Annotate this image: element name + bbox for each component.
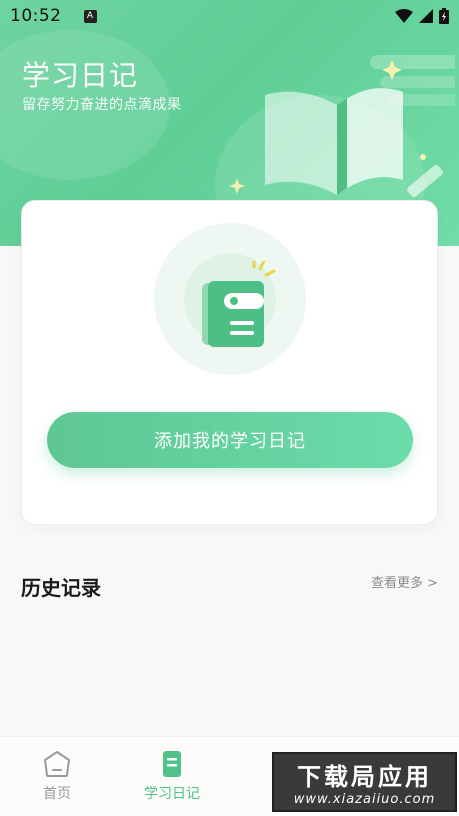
add-diary-button[interactable]: 添加我的学习日记 <box>47 412 413 468</box>
open-book-illustration <box>265 55 455 198</box>
battery-icon <box>439 8 449 24</box>
notification-icon: A <box>83 9 97 23</box>
watermark-title: 下载局应用 <box>297 763 432 791</box>
page-subtitle: 留存努力奋进的点滴成果 <box>22 97 182 113</box>
view-more-link[interactable]: 查看更多 > <box>371 572 438 591</box>
nav-item-home[interactable]: 首页 <box>12 749 102 803</box>
watermark-logo: 下载局应用 www.xiazaiiuo.com <box>272 752 457 812</box>
nav-label-diary: 学习日记 <box>144 786 200 802</box>
signal-icon <box>419 9 433 23</box>
page-title: 学习日记 <box>22 59 139 92</box>
status-time: 10:52 <box>10 6 62 26</box>
status-bar: 10:52 A <box>0 0 459 32</box>
nav-item-diary[interactable]: 学习日记 <box>127 749 217 803</box>
add-diary-card: 添加我的学习日记 <box>21 200 438 525</box>
diary-icon <box>163 751 181 777</box>
watermark-url: www.xiazaiiuo.com <box>293 792 436 807</box>
wifi-icon <box>395 9 413 23</box>
nav-label-home: 首页 <box>43 786 71 802</box>
notebook-icon <box>202 261 276 347</box>
history-title: 历史记录 <box>21 576 101 600</box>
notebook-illustration-bg <box>154 223 306 375</box>
home-icon <box>44 751 70 777</box>
sparkle-icon <box>229 178 245 194</box>
